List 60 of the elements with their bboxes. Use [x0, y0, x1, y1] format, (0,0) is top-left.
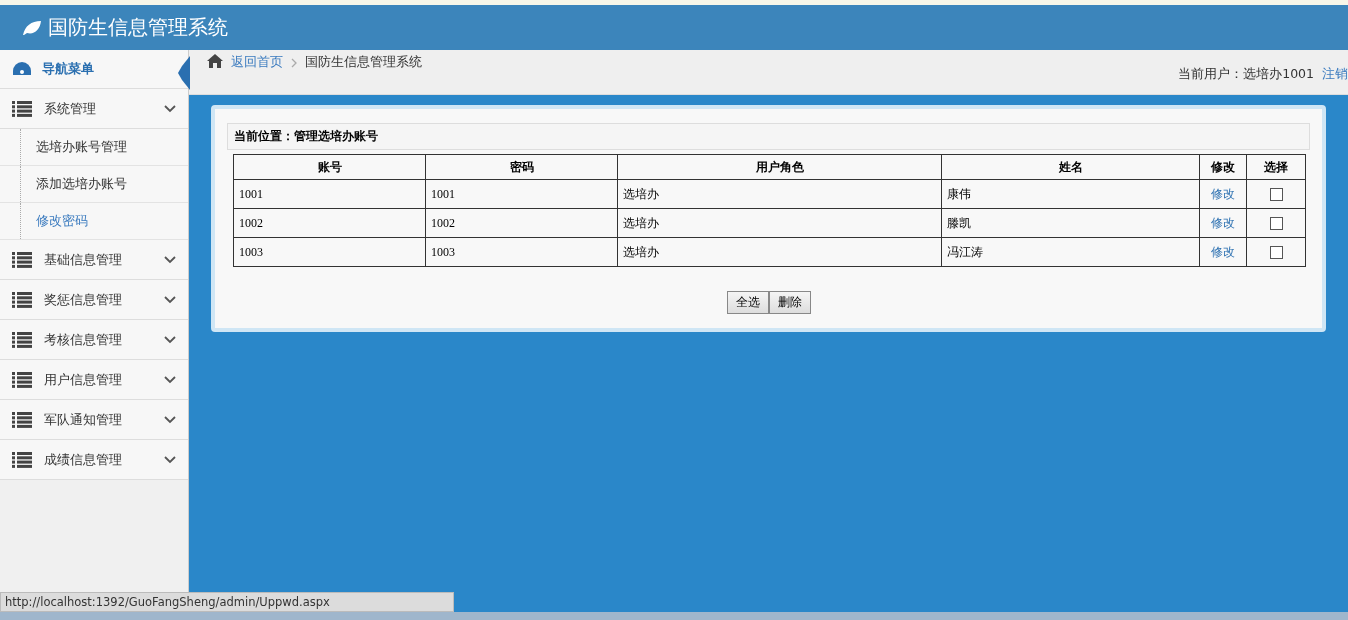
home-link[interactable]: 返回首页 — [231, 54, 283, 71]
column-header: 密码 — [425, 154, 618, 180]
table-cell: 1003 — [425, 237, 618, 267]
submenu-item[interactable]: 修改密码 — [0, 203, 188, 240]
table-cell: 选培办 — [617, 208, 942, 238]
menu-group[interactable]: 成绩信息管理 — [0, 440, 188, 480]
column-header: 姓名 — [941, 154, 1200, 180]
table-cell: 冯江涛 — [941, 237, 1200, 267]
table-cell: 1001 — [233, 179, 426, 209]
chevron-icon — [164, 295, 176, 304]
column-header: 修改 — [1199, 154, 1247, 180]
list-icon — [12, 291, 32, 308]
table-cell: 1003 — [233, 237, 426, 267]
checkbox[interactable] — [1269, 246, 1283, 259]
breadcrumb-current: 国防生信息管理系统 — [305, 54, 422, 71]
checkbox[interactable] — [1269, 217, 1283, 230]
current-user: 当前用户：选培办1001 — [1178, 65, 1314, 83]
column-header: 账号 — [233, 154, 426, 180]
pointer-triangle — [178, 56, 190, 90]
status-url: http://localhost:1392/GuoFangSheng/admin/Uppwd.aspx — [0, 592, 454, 612]
table-cell: 1002 — [233, 208, 426, 238]
list-icon — [12, 251, 32, 268]
list-icon — [12, 411, 32, 428]
dashboard-icon — [12, 61, 32, 77]
list-icon — [12, 331, 32, 348]
menu-group[interactable]: 军队通知管理 — [0, 400, 188, 440]
table-cell: 选培办 — [617, 179, 942, 209]
table-cell: 1002 — [425, 208, 618, 238]
table-cell: 滕凯 — [941, 208, 1200, 238]
app-title: 国防生信息管理系统 — [48, 14, 228, 41]
checkbox[interactable] — [1269, 188, 1283, 201]
list-icon — [12, 371, 32, 388]
location-bar: 当前位置：管理选培办账号 — [227, 123, 1310, 150]
menu-group[interactable]: 基础信息管理 — [0, 240, 188, 280]
chevron-icon — [164, 455, 176, 464]
menu-group[interactable]: 奖惩信息管理 — [0, 280, 188, 320]
action-button[interactable]: 删除 — [768, 291, 811, 314]
submenu-item[interactable]: 选培办账号管理 — [0, 129, 188, 166]
chevron-icon — [164, 375, 176, 384]
chevron-icon — [164, 255, 176, 264]
chevron-right-icon — [291, 58, 297, 68]
column-header: 选择 — [1246, 154, 1306, 180]
leaf-icon — [22, 19, 42, 36]
menu-group[interactable]: 考核信息管理 — [0, 320, 188, 360]
nav-menu-title: 导航菜单 — [42, 60, 94, 78]
menu-group[interactable]: 系统管理 — [0, 89, 188, 129]
table-cell: 康伟 — [941, 179, 1200, 209]
action-button[interactable]: 全选 — [726, 291, 769, 314]
table-cell: 1001 — [425, 179, 618, 209]
column-header: 用户角色 — [617, 154, 942, 180]
list-icon — [12, 100, 32, 117]
table-cell: 选培办 — [617, 237, 942, 267]
chevron-icon — [164, 415, 176, 424]
chevron-icon — [164, 104, 176, 113]
list-icon — [12, 451, 32, 468]
chevron-icon — [164, 335, 176, 344]
logout-link[interactable]: 注销 — [1322, 65, 1348, 83]
menu-group[interactable]: 用户信息管理 — [0, 360, 188, 400]
submenu-item[interactable]: 添加选培办账号 — [0, 166, 188, 203]
home-icon — [207, 54, 223, 68]
